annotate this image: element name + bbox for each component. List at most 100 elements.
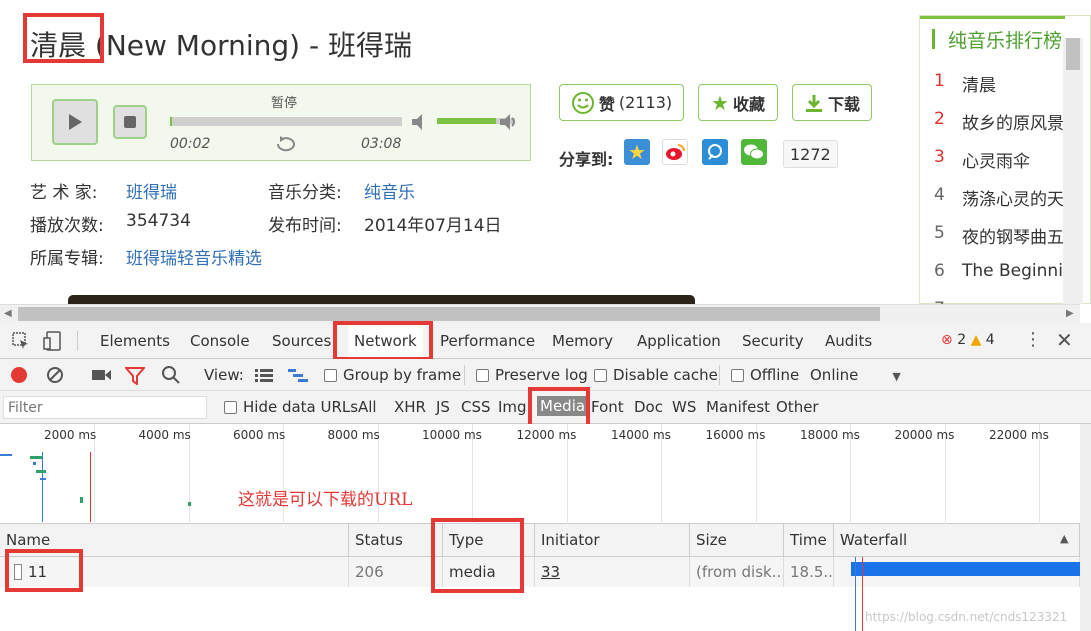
timeline-tick: 14000 ms bbox=[611, 428, 671, 442]
page-vertical-scrollbar[interactable] bbox=[1063, 38, 1083, 304]
clear-icon[interactable] bbox=[46, 366, 64, 384]
download-button[interactable]: 下载 bbox=[792, 84, 872, 121]
search-icon[interactable] bbox=[161, 365, 181, 385]
request-bar bbox=[80, 497, 83, 503]
info-link[interactable]: 纯音乐 bbox=[364, 178, 415, 203]
device-toolbar-icon[interactable] bbox=[43, 331, 63, 351]
filter-type-ws[interactable]: WS bbox=[672, 398, 696, 416]
filter-type-font[interactable]: Font bbox=[591, 398, 624, 416]
inspect-icon[interactable] bbox=[12, 332, 30, 350]
offline-checkbox[interactable]: Offline bbox=[731, 366, 799, 384]
ranking-item[interactable]: 3 心灵雨伞 bbox=[934, 147, 1030, 172]
favorite-button[interactable]: ★ 收藏 bbox=[698, 84, 778, 121]
tab-console[interactable]: Console bbox=[190, 323, 250, 359]
request-initiator[interactable]: 33 bbox=[535, 557, 690, 587]
timeline-tick: 20000 ms bbox=[894, 428, 955, 442]
filter-type-xhr[interactable]: XHR bbox=[394, 398, 426, 416]
filter-type-doc[interactable]: Doc bbox=[634, 398, 663, 416]
devtools-tabbar: Elements Console Sources Network Performance… bbox=[0, 321, 1091, 361]
group-by-frame-checkbox[interactable]: Group by frame bbox=[324, 366, 461, 384]
column-header-time[interactable]: Time bbox=[784, 524, 834, 557]
stop-icon bbox=[124, 116, 136, 128]
record-icon[interactable] bbox=[11, 367, 27, 383]
info-label: 发布时间: bbox=[268, 216, 342, 236]
tab-sources[interactable]: Sources bbox=[272, 323, 331, 359]
timeline-tick: 8000 ms bbox=[327, 428, 380, 442]
column-header-size[interactable]: Size bbox=[690, 524, 784, 557]
throttling-select[interactable]: Online ▼ bbox=[810, 366, 901, 384]
filter-type-img[interactable]: Img bbox=[498, 398, 527, 416]
filter-type-css[interactable]: CSS bbox=[461, 398, 491, 416]
preserve-log-label: Preserve log bbox=[495, 366, 588, 384]
devtools-scrollbar[interactable] bbox=[1080, 424, 1091, 631]
camera-icon[interactable] bbox=[92, 368, 112, 382]
close-icon[interactable]: ✕ bbox=[1056, 328, 1073, 352]
weibo-icon[interactable] bbox=[662, 139, 688, 165]
filter-type-js[interactable]: JS bbox=[436, 398, 450, 416]
warning-icon: ▲ bbox=[970, 332, 982, 348]
info-label: 所属专辑: bbox=[30, 249, 104, 269]
ranking-item[interactable]: 4 荡涤心灵的天 bbox=[934, 185, 1064, 210]
scroll-left-arrow[interactable]: ◀ bbox=[4, 308, 12, 319]
play-button[interactable] bbox=[52, 99, 98, 145]
filter-type-all[interactable]: All bbox=[358, 398, 377, 416]
current-time: 00:02 bbox=[170, 136, 211, 152]
tab-application[interactable]: Application bbox=[637, 323, 721, 359]
preserve-log-checkbox[interactable]: Preserve log bbox=[476, 366, 588, 384]
filter-icon[interactable] bbox=[123, 367, 147, 386]
filter-type-other[interactable]: Other bbox=[776, 398, 819, 416]
like-button[interactable]: 赞 (2113) bbox=[559, 84, 684, 121]
ranking-item[interactable]: 6 The Beginning bbox=[934, 261, 1085, 281]
requests-table: Name Status Type Initiator Size Time Waterfall… bbox=[0, 518, 1080, 631]
errors: 2 bbox=[957, 332, 967, 348]
ranking-song-name: 荡涤心灵的天 bbox=[962, 190, 1064, 210]
hide-data-urls-label: Hide data URLs bbox=[243, 398, 359, 416]
dom-content-loaded-line bbox=[42, 452, 43, 522]
volume-icon[interactable] bbox=[410, 112, 430, 132]
info-link[interactable]: 班得瑞 bbox=[126, 178, 177, 203]
stop-button[interactable] bbox=[113, 105, 147, 139]
sort-arrow-icon[interactable]: ▲ bbox=[1060, 532, 1068, 545]
error-count[interactable]: ⊗ 2 ▲ 4 bbox=[941, 332, 995, 348]
scroll-thumb[interactable] bbox=[18, 307, 880, 321]
request-status: 206 bbox=[349, 557, 443, 587]
timeline-overview[interactable]: 2000 ms 4000 ms 6000 ms 8000 ms 10000 ms 1200… bbox=[0, 424, 1080, 524]
qzone-icon[interactable]: ★ bbox=[624, 139, 650, 165]
column-header-waterfall[interactable]: Waterfall bbox=[834, 524, 1080, 557]
info-link[interactable]: 班得瑞轻音乐精选 bbox=[126, 244, 262, 269]
filter-input[interactable] bbox=[3, 396, 207, 419]
warnings: 4 bbox=[985, 332, 995, 348]
tab-performance[interactable]: Performance bbox=[440, 323, 535, 359]
album-image bbox=[68, 295, 695, 304]
disable-cache-checkbox[interactable]: Disable cache bbox=[594, 366, 718, 384]
ranking-item[interactable]: 5 夜的钢琴曲五 bbox=[934, 223, 1064, 248]
tab-audits[interactable]: Audits bbox=[825, 323, 872, 359]
more-menu-icon[interactable]: ⋮ bbox=[1024, 329, 1042, 350]
ranking-item[interactable]: 2 故乡的原风景 bbox=[934, 109, 1064, 134]
ranking-number: 4 bbox=[934, 185, 945, 205]
repeat-icon[interactable] bbox=[274, 135, 298, 153]
tab-security[interactable]: Security bbox=[742, 323, 804, 359]
ranking-song-name: 清晨 bbox=[962, 76, 996, 96]
volume-max-icon[interactable] bbox=[498, 112, 518, 132]
wechat-icon[interactable] bbox=[741, 139, 767, 165]
column-header-status[interactable]: Status bbox=[349, 524, 443, 557]
column-header-initiator[interactable]: Initiator bbox=[535, 524, 690, 557]
tencent-weibo-icon[interactable] bbox=[702, 139, 728, 165]
waterfall-view-icon[interactable] bbox=[288, 368, 308, 382]
scroll-right-arrow[interactable]: ▶ bbox=[1066, 308, 1074, 319]
filter-type-manifest[interactable]: Manifest bbox=[706, 398, 770, 416]
tab-memory[interactable]: Memory bbox=[552, 323, 613, 359]
ranking-title: 纯音乐排行榜 bbox=[948, 30, 1063, 52]
progress-bar[interactable] bbox=[170, 117, 402, 126]
ranking-number: 1 bbox=[934, 71, 945, 91]
tab-elements[interactable]: Elements bbox=[100, 323, 170, 359]
like-label: 赞 bbox=[598, 94, 615, 114]
volume-fill bbox=[437, 118, 496, 124]
page-horizontal-scrollbar[interactable]: ◀ ▶ bbox=[0, 304, 1080, 323]
scroll-thumb[interactable] bbox=[1066, 38, 1080, 70]
ranking-item[interactable]: 1 清晨 bbox=[934, 71, 996, 96]
star-icon: ★ bbox=[711, 90, 729, 115]
hide-data-urls-checkbox[interactable]: Hide data URLs bbox=[224, 398, 358, 416]
list-view-icon[interactable] bbox=[255, 368, 273, 382]
